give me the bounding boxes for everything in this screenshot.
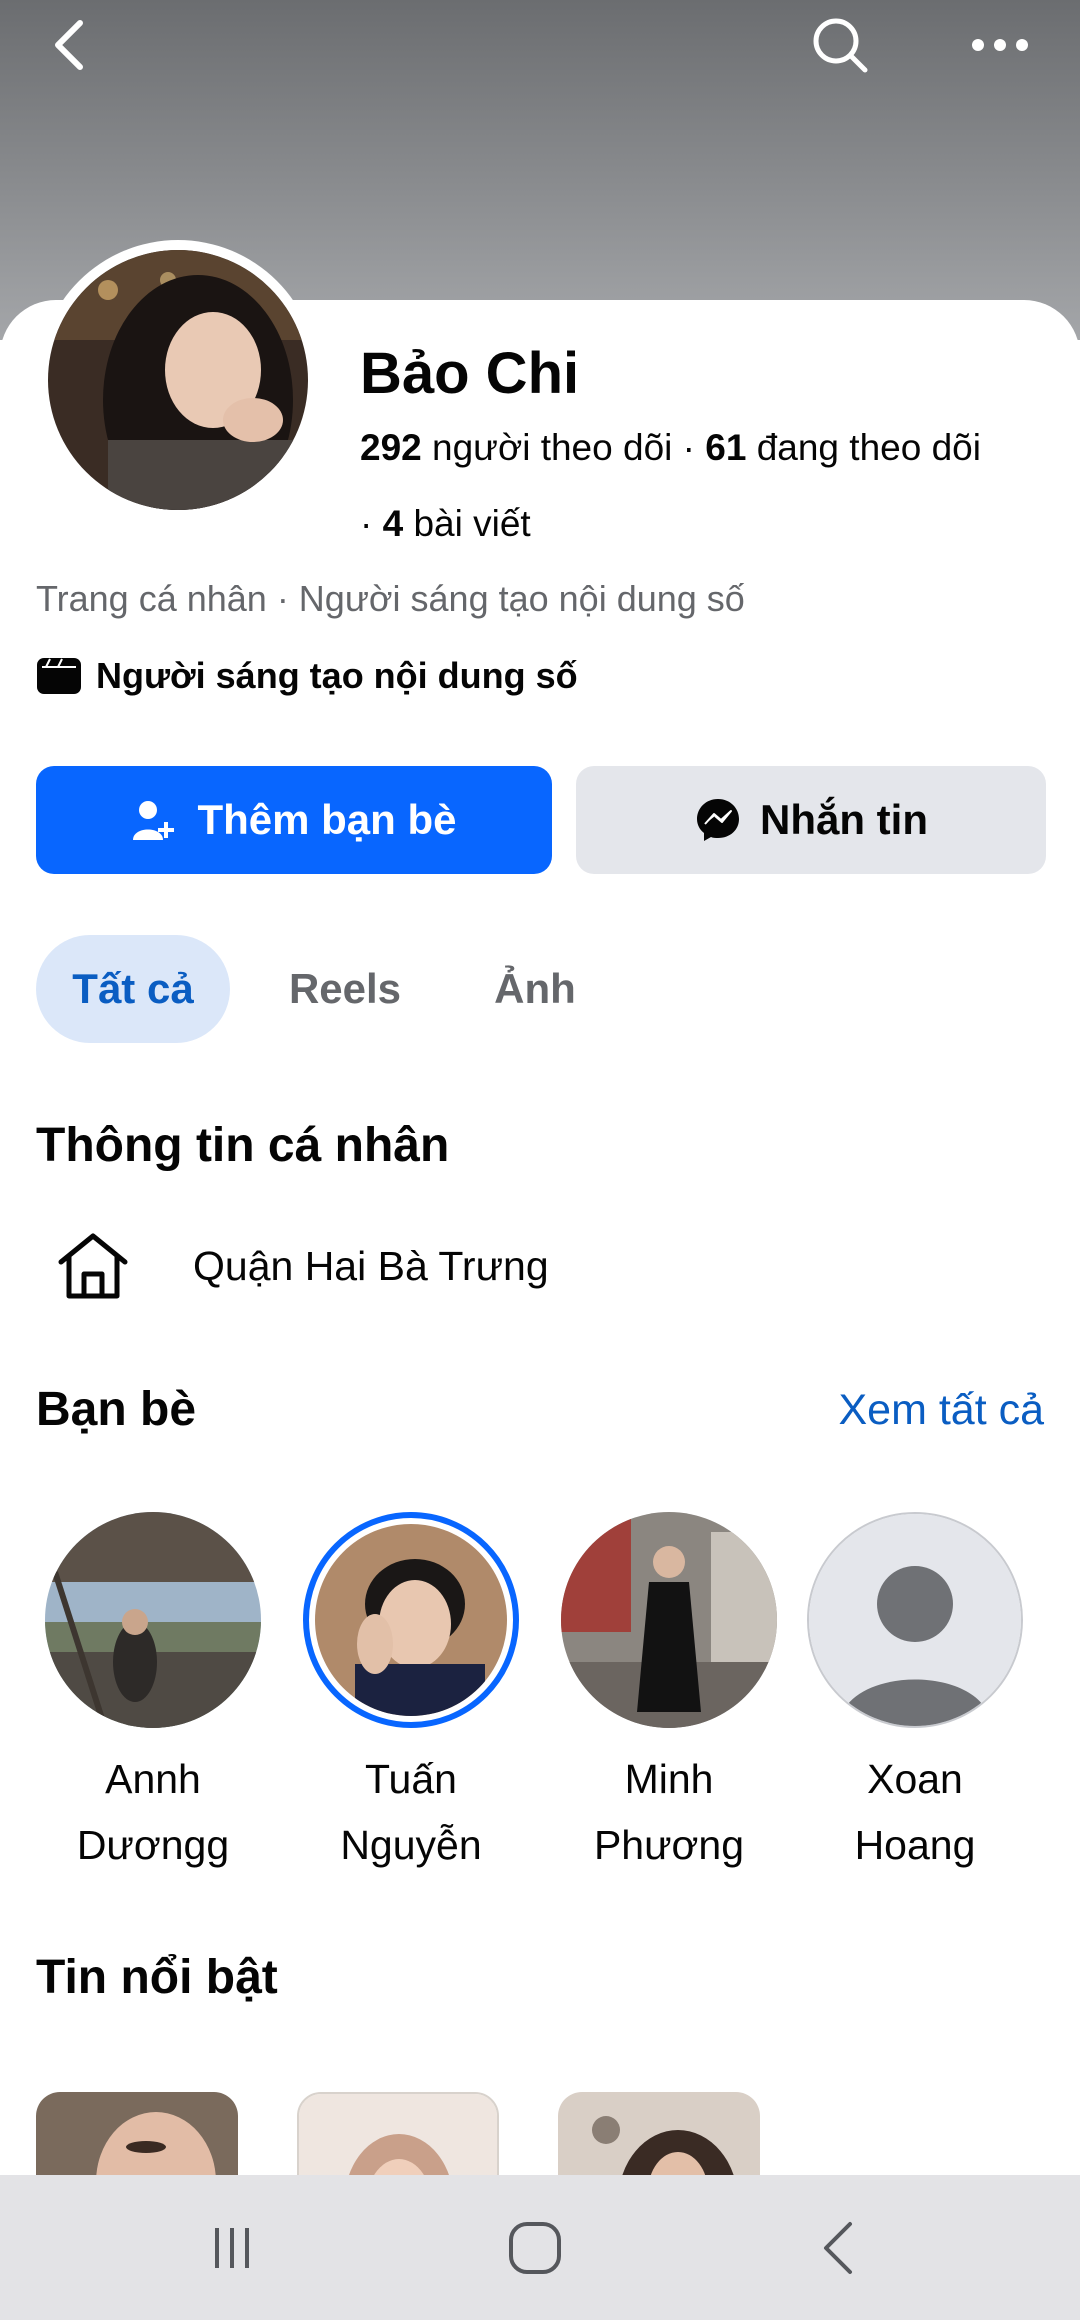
creator-badge: Người sáng tạo nội dung số: [36, 655, 578, 697]
friend-name: Annh Dươngg: [76, 1756, 230, 1868]
message-label: Nhắn tin: [760, 796, 928, 843]
tab-reels[interactable]: Reels: [270, 935, 420, 1043]
friend-avatar: [561, 1512, 777, 1728]
more-options-button[interactable]: [955, 0, 1045, 90]
friend-item[interactable]: Tuấn Nguyễn: [296, 1512, 526, 1878]
add-friend-label: Thêm bạn bè: [197, 796, 457, 843]
profile-category: Trang cá nhân · Người sáng tạo nội dung …: [36, 578, 745, 619]
message-button[interactable]: Nhắn tin: [576, 766, 1046, 874]
friends-section-title: Bạn bè: [36, 1383, 197, 1436]
add-friend-icon: [133, 801, 175, 840]
friend-item[interactable]: Xoan Hoang: [800, 1512, 1030, 1878]
followers-label[interactable]: người theo dõi: [432, 427, 672, 468]
separator-dot: ·: [360, 503, 383, 544]
friend-avatar: [303, 1512, 519, 1728]
system-nav-bar: [0, 2175, 1080, 2320]
tab-all[interactable]: Tất cả: [36, 935, 230, 1043]
following-count[interactable]: 61: [705, 427, 746, 468]
friend-item[interactable]: Annh Dươngg: [38, 1512, 268, 1878]
more-icon: [972, 39, 1028, 51]
profile-name: Bảo Chi: [360, 341, 580, 406]
recent-apps-icon: [215, 2227, 249, 2268]
see-all-friends-link[interactable]: Xem tất cả: [838, 1386, 1044, 1435]
highlights-section-title: Tin nổi bật: [36, 1951, 278, 2004]
clapperboard-icon: [37, 658, 81, 694]
search-icon: [813, 18, 868, 73]
posts-count: 4: [382, 503, 404, 544]
tab-photos[interactable]: Ảnh: [470, 935, 600, 1043]
friend-avatar-placeholder: [807, 1512, 1023, 1728]
profile-stats: 292 người theo dõi · 61 đang theo dõi: [360, 422, 981, 474]
friend-avatar: [45, 1512, 261, 1728]
back-button[interactable]: [25, 0, 115, 90]
location-text: Quận Hai Bà Trưng: [193, 1242, 549, 1289]
home-icon: [58, 1233, 128, 1299]
location-row: Quận Hai Bà Trưng: [55, 1230, 549, 1302]
profile-posts: · 4 bài viết: [360, 498, 531, 550]
posts-label: bài viết: [413, 503, 531, 544]
back-nav-button[interactable]: [758, 2175, 918, 2320]
following-label[interactable]: đang theo dõi: [757, 427, 981, 468]
add-friend-button[interactable]: Thêm bạn bè: [36, 766, 552, 874]
back-arrow-icon: [55, 20, 83, 70]
search-button[interactable]: [795, 0, 885, 90]
followers-count[interactable]: 292: [360, 427, 422, 468]
messenger-icon: [697, 799, 739, 841]
friend-name: Xoan Hoang: [854, 1756, 976, 1868]
recent-apps-button[interactable]: [152, 2175, 312, 2320]
back-nav-icon: [824, 2221, 852, 2274]
profile-avatar[interactable]: [38, 240, 318, 520]
info-section-title: Thông tin cá nhân: [36, 1119, 450, 1172]
friend-name: Minh Phương: [593, 1756, 745, 1868]
separator-dot: ·: [682, 427, 706, 468]
creator-badge-label: Người sáng tạo nội dung số: [96, 655, 578, 696]
home-nav-icon: [509, 2221, 561, 2274]
home-nav-button[interactable]: [455, 2175, 615, 2320]
friend-item[interactable]: Minh Phương: [554, 1512, 784, 1878]
friend-name: Tuấn Nguyễn: [340, 1756, 482, 1868]
